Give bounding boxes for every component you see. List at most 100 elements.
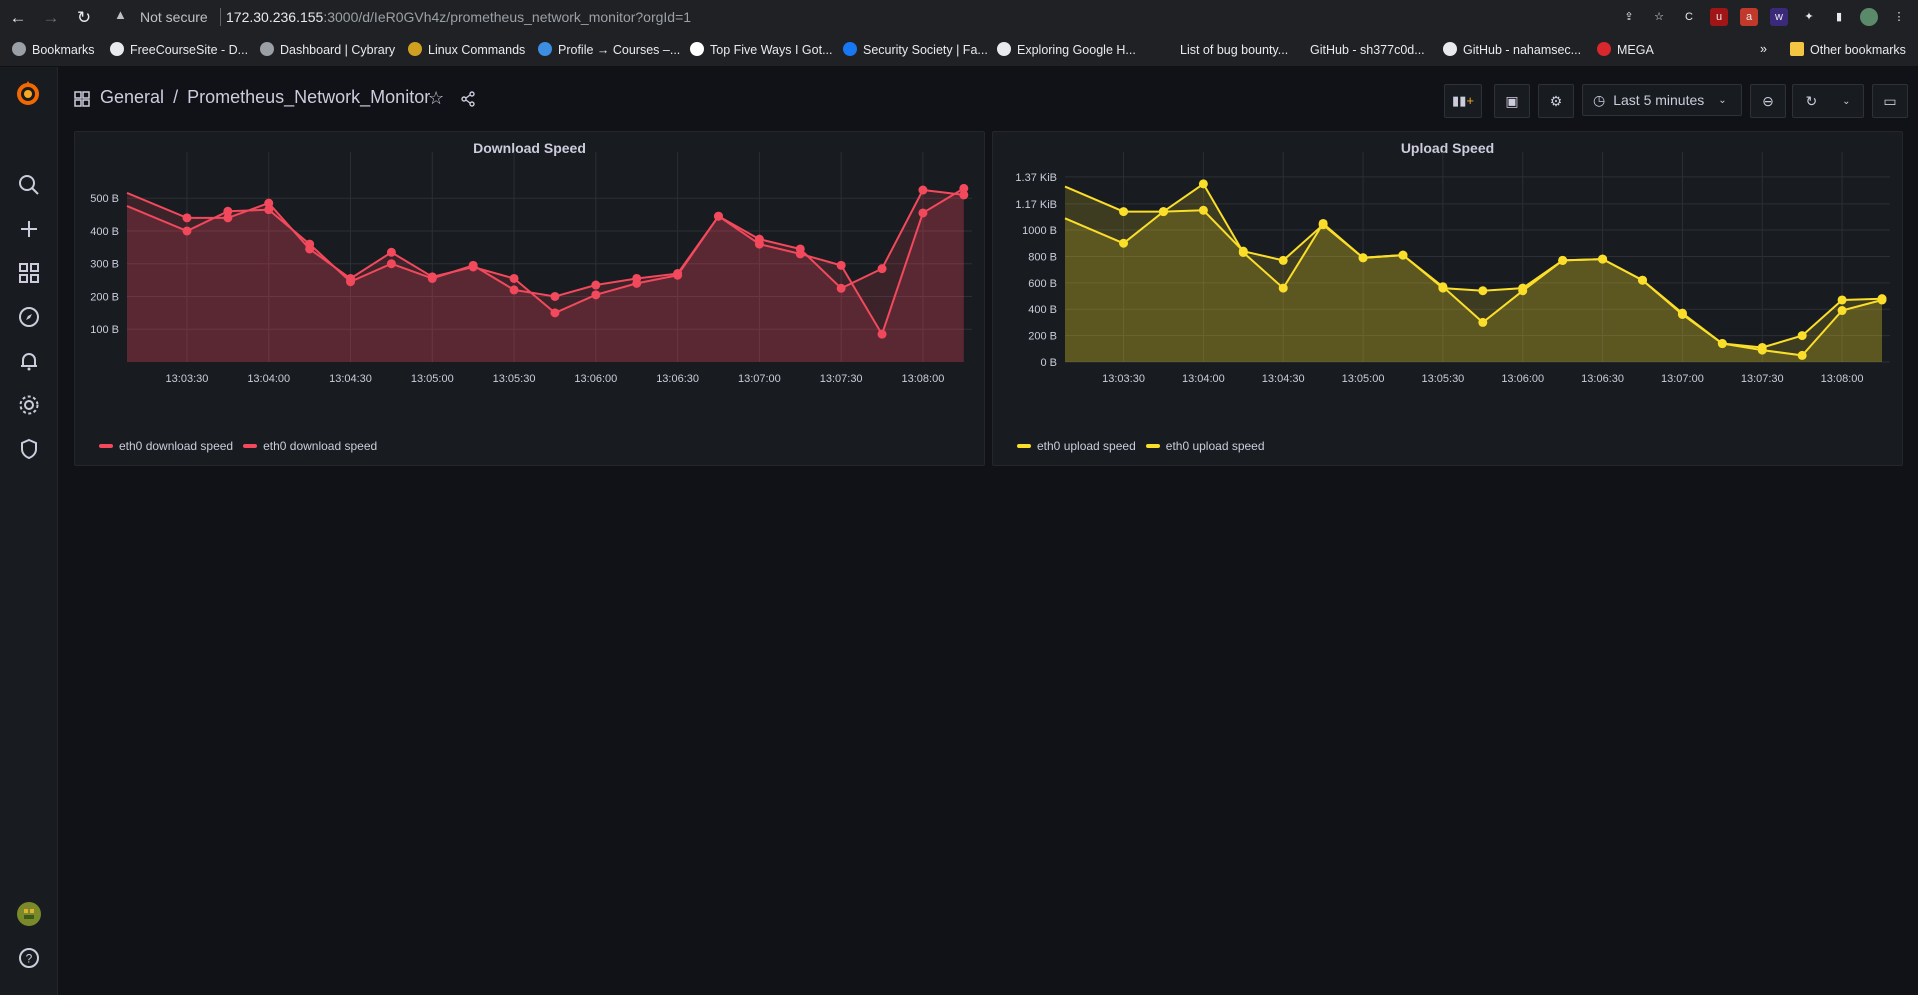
data-point xyxy=(714,211,723,221)
data-point xyxy=(836,260,846,270)
profile-avatar[interactable] xyxy=(1860,8,1878,26)
share-icon[interactable]: ⇪ xyxy=(1620,8,1638,26)
data-point xyxy=(1518,286,1528,296)
dashboard-name[interactable]: Prometheus_Network_Monitor xyxy=(187,87,430,107)
page-title: General / Prometheus_Network_Monitor xyxy=(100,87,430,108)
bookmark-label: Bookmarks xyxy=(32,43,95,57)
create-plus-icon[interactable] xyxy=(16,216,42,242)
ublock-icon[interactable]: u xyxy=(1710,8,1728,26)
monitor-icon: ▭ xyxy=(1883,92,1897,109)
data-point xyxy=(1398,250,1408,260)
bookmark-item[interactable]: Exploring Google H... xyxy=(997,42,1136,57)
zoom-out-icon: ⊖ xyxy=(1762,92,1774,109)
wappalyzer-icon[interactable]: w xyxy=(1770,8,1788,26)
other-bookmarks[interactable]: Other bookmarks xyxy=(1790,42,1906,57)
configuration-gear-icon[interactable] xyxy=(16,392,42,418)
url-text[interactable]: 172.30.236.155:3000/d/IeR0GVh4z/promethe… xyxy=(226,9,691,25)
bookmark-label: Dashboard | Cybrary xyxy=(280,43,396,57)
back-icon[interactable]: ← xyxy=(8,8,28,28)
bookmark-item[interactable]: GitHub - nahamsec... xyxy=(1443,42,1581,57)
explore-compass-icon[interactable] xyxy=(16,304,42,330)
bookmark-item[interactable]: GitHub - sh377c0d... xyxy=(1290,42,1425,57)
cybrary-icon xyxy=(260,42,274,56)
legend-item[interactable]: eth0 download speed xyxy=(99,439,233,453)
y-tick-label: 1.17 KiB xyxy=(1015,199,1057,211)
data-point xyxy=(1438,282,1448,292)
server-admin-shield-icon[interactable] xyxy=(16,436,42,462)
time-picker-button[interactable]: ◷ Last 5 minutes ⌄ xyxy=(1582,84,1742,116)
menu-kebab-icon[interactable]: ⋮ xyxy=(1890,8,1908,26)
panel-download-speed[interactable]: Download Speed 100 B 200 B 300 B 400 B 500 B… xyxy=(74,131,985,466)
bookmark-item[interactable]: Top Five Ways I Got... xyxy=(690,42,833,57)
legend-label: eth0 upload speed xyxy=(1165,439,1265,453)
y-tick-label: 0 B xyxy=(1040,357,1057,369)
bookmark-item[interactable]: Dashboard | Cybrary xyxy=(260,42,395,57)
udemy-icon xyxy=(538,42,552,56)
data-point xyxy=(550,291,560,301)
other-bookmarks-label: Other bookmarks xyxy=(1810,43,1906,57)
bookmark-label: Top Five Ways I Got... xyxy=(710,43,833,57)
breadcrumb-folder[interactable]: General xyxy=(100,87,164,107)
legend-swatch xyxy=(99,444,113,448)
data-point xyxy=(1198,179,1208,189)
bookmark-item[interactable]: Security Society | Fa... xyxy=(843,42,988,57)
legend-item[interactable]: eth0 upload speed xyxy=(1145,439,1265,453)
help-question-icon[interactable]: ? xyxy=(16,945,42,971)
abp-icon[interactable]: a xyxy=(1740,8,1758,26)
upload-speed-chart[interactable]: 0 B 200 B 400 B 600 B 800 B 1000 B 1.17 KiB 1.3… xyxy=(993,132,1902,432)
share-icon[interactable] xyxy=(460,91,476,107)
search-icon[interactable] xyxy=(16,172,42,198)
star-icon xyxy=(12,42,26,56)
data-point xyxy=(877,264,887,274)
data-point xyxy=(1598,254,1608,264)
x-tick-label: 13:03:30 xyxy=(166,373,209,385)
data-point xyxy=(1158,207,1168,217)
dashboard-navbar: General / Prometheus_Network_Monitor ☆ ▮… xyxy=(58,67,1918,131)
data-point xyxy=(1558,255,1568,265)
forward-icon[interactable]: → xyxy=(41,8,61,28)
user-avatar[interactable] xyxy=(16,901,42,927)
bookmark-item[interactable]: FreeCourseSite - D... xyxy=(110,42,248,57)
star-icon[interactable]: ☆ xyxy=(428,88,444,109)
data-point xyxy=(591,290,601,300)
data-point xyxy=(795,244,805,254)
download-speed-chart[interactable]: 100 B 200 B 300 B 400 B 500 B 13:03:30 13:04:0… xyxy=(75,132,984,432)
address-bar[interactable]: ▲ Not secure 172.30.236.155:3000/d/IeR0G… xyxy=(106,4,1626,30)
bookmark-item[interactable]: Bookmarks xyxy=(12,42,95,57)
grafana-logo-icon[interactable] xyxy=(14,80,42,108)
bookmark-label: List of bug bounty... xyxy=(1180,43,1289,57)
bookmark-item[interactable]: List of bug bounty... xyxy=(1160,42,1288,57)
bookmark-label: GitHub - nahamsec... xyxy=(1463,43,1582,57)
star-icon[interactable]: ☆ xyxy=(1650,8,1668,26)
puzzle-icon[interactable]: ✦ xyxy=(1800,8,1818,26)
add-panel-button[interactable]: ▮▮+ xyxy=(1444,84,1482,118)
wordpress-icon xyxy=(110,42,124,56)
x-tick-label: 13:07:00 xyxy=(738,373,781,385)
bookmark-item[interactable]: Linux Commands xyxy=(408,42,525,57)
sidepanel-icon[interactable]: ▮ xyxy=(1830,8,1848,26)
refresh-button[interactable]: ↻ ⌄ xyxy=(1792,84,1864,118)
save-dashboard-button[interactable]: ▣ xyxy=(1494,84,1530,118)
cycle-view-mode-button[interactable]: ▭ xyxy=(1872,84,1908,118)
alerting-bell-icon[interactable] xyxy=(16,348,42,374)
y-tick-label: 500 B xyxy=(90,193,119,205)
x-tick-label: 13:04:30 xyxy=(1262,373,1305,385)
zoom-out-button[interactable]: ⊖ xyxy=(1750,84,1786,118)
panel-upload-speed[interactable]: Upload Speed 0 B 200 B 400 B 600 B 800 B 1000… xyxy=(992,131,1903,466)
extension-c-icon[interactable]: C xyxy=(1680,8,1698,26)
dashboards-grid-icon[interactable] xyxy=(16,260,42,286)
legend-item[interactable]: eth0 download speed xyxy=(243,439,377,453)
x-tick-label: 13:03:30 xyxy=(1102,373,1145,385)
bookmark-item[interactable]: Profile → Courses –... xyxy=(538,42,680,57)
legend-swatch xyxy=(1017,444,1031,448)
bookmark-label: Security Society | Fa... xyxy=(863,43,988,57)
data-point xyxy=(1318,218,1328,228)
refresh-interval-chevron-icon[interactable]: ⌄ xyxy=(1842,96,1850,107)
bookmarks-overflow[interactable]: » xyxy=(1760,42,1767,56)
legend-item[interactable]: eth0 upload speed xyxy=(1017,439,1136,453)
page-icon xyxy=(1160,42,1174,56)
reload-icon[interactable]: ↻ xyxy=(74,8,94,28)
x-tick-label: 13:05:00 xyxy=(1342,373,1385,385)
bookmark-item[interactable]: MEGA xyxy=(1597,42,1654,57)
dashboard-settings-button[interactable]: ⚙ xyxy=(1538,84,1574,118)
